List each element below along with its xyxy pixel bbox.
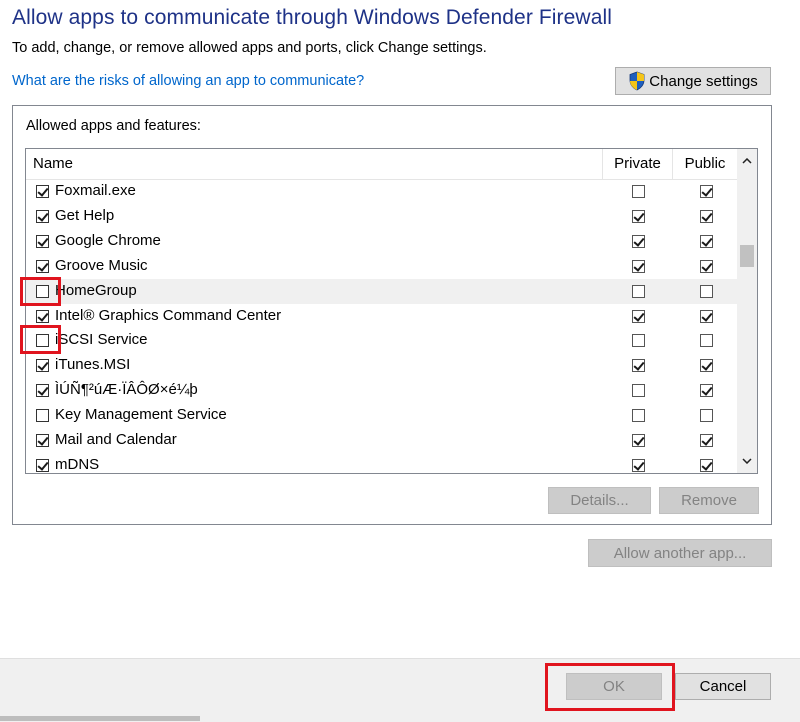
private-checkbox[interactable] (632, 284, 645, 298)
page-title: Allow apps to communicate through Window… (12, 6, 613, 29)
private-checkbox[interactable] (632, 434, 645, 447)
ok-button[interactable]: OK (566, 673, 662, 700)
public-checkbox[interactable] (700, 458, 713, 472)
page-subtitle: To add, change, or remove allowed apps a… (12, 40, 487, 56)
app-enable-checkbox[interactable] (36, 209, 49, 223)
public-checkbox[interactable] (700, 359, 713, 373)
list-item[interactable]: Key Management Service (26, 403, 738, 428)
public-checkbox[interactable] (700, 185, 713, 198)
app-name: Foxmail.exe (55, 182, 136, 199)
cancel-button[interactable]: Cancel (675, 673, 771, 700)
app-name: ÌÚÑ¶²úÆ·ÏÂÔØ×é¼þ (55, 381, 198, 399)
scroll-up-arrow-icon[interactable] (737, 151, 757, 171)
public-checkbox[interactable] (700, 409, 713, 423)
list-header: Name Private Public (26, 149, 738, 180)
scroll-thumb[interactable] (740, 245, 754, 267)
list-item[interactable]: Mail and Calendar (26, 428, 738, 453)
private-checkbox[interactable] (632, 384, 645, 398)
list-item[interactable]: Google Chrome (26, 229, 738, 254)
app-enable-checkbox[interactable] (36, 359, 49, 373)
remove-button[interactable]: Remove (659, 487, 759, 514)
app-name: Groove Music (55, 256, 148, 274)
allowed-apps-label: Allowed apps and features: (26, 118, 201, 134)
app-enable-checkbox[interactable] (36, 334, 49, 348)
change-settings-label: Change settings (649, 72, 758, 90)
app-enable-checkbox[interactable] (36, 259, 49, 273)
app-name: iSCSI Service (55, 331, 148, 349)
list-item[interactable]: HomeGroup (26, 278, 738, 304)
app-enable-checkbox[interactable] (36, 234, 49, 248)
change-settings-button[interactable]: Change settings (615, 67, 771, 95)
app-name: Key Management Service (55, 406, 227, 424)
app-enable-checkbox[interactable] (36, 434, 49, 447)
list-item[interactable]: Intel® Graphics Command Center (26, 304, 738, 329)
apps-list[interactable]: Name Private Public Foxmail.exe Get Help G… (25, 148, 758, 474)
app-name: mDNS (55, 455, 100, 473)
vertical-scrollbar[interactable] (737, 149, 757, 473)
app-enable-checkbox[interactable] (36, 309, 49, 323)
app-enable-checkbox[interactable] (36, 409, 49, 423)
public-checkbox[interactable] (700, 434, 713, 447)
private-checkbox[interactable] (632, 458, 645, 472)
column-header-public[interactable]: Public (672, 149, 738, 179)
list-item[interactable]: iTunes.MSI (26, 353, 738, 378)
public-checkbox[interactable] (700, 209, 713, 223)
details-button[interactable]: Details... (548, 487, 651, 514)
private-checkbox[interactable] (632, 309, 645, 323)
public-checkbox[interactable] (700, 259, 713, 273)
column-header-name[interactable]: Name (33, 149, 603, 179)
bottom-edge (0, 716, 200, 721)
private-checkbox[interactable] (632, 209, 645, 223)
list-item[interactable]: Get Help (26, 204, 738, 229)
private-checkbox[interactable] (632, 234, 645, 248)
list-item[interactable]: Groove Music (26, 254, 738, 279)
app-name: Get Help (55, 206, 115, 224)
scroll-down-arrow-icon[interactable] (737, 451, 757, 471)
public-checkbox[interactable] (700, 234, 713, 248)
app-name: iTunes.MSI (55, 356, 131, 374)
public-checkbox[interactable] (700, 284, 713, 298)
allow-another-app-button[interactable]: Allow another app... (588, 539, 772, 567)
app-name: Mail and Calendar (55, 431, 177, 448)
private-checkbox[interactable] (632, 334, 645, 348)
app-name: Google Chrome (55, 231, 161, 249)
app-enable-checkbox[interactable] (36, 458, 49, 472)
risks-link[interactable]: What are the risks of allowing an app to… (12, 73, 364, 89)
private-checkbox[interactable] (632, 409, 645, 423)
column-header-private[interactable]: Private (602, 149, 672, 179)
private-checkbox[interactable] (632, 185, 645, 198)
app-name: Intel® Graphics Command Center (55, 306, 282, 324)
list-item[interactable]: iSCSI Service (26, 328, 738, 353)
public-checkbox[interactable] (700, 384, 713, 398)
public-checkbox[interactable] (700, 309, 713, 323)
uac-shield-icon (628, 71, 646, 91)
list-item[interactable]: mDNS (26, 453, 738, 473)
app-name: HomeGroup (55, 281, 137, 299)
app-enable-checkbox[interactable] (36, 384, 49, 398)
list-item[interactable]: Foxmail.exe (26, 179, 738, 204)
app-enable-checkbox[interactable] (36, 185, 49, 198)
list-item[interactable]: ÌÚÑ¶²úÆ·ÏÂÔØ×é¼þ (26, 378, 738, 403)
private-checkbox[interactable] (632, 259, 645, 273)
private-checkbox[interactable] (632, 359, 645, 373)
public-checkbox[interactable] (700, 334, 713, 348)
app-enable-checkbox[interactable] (36, 284, 49, 298)
